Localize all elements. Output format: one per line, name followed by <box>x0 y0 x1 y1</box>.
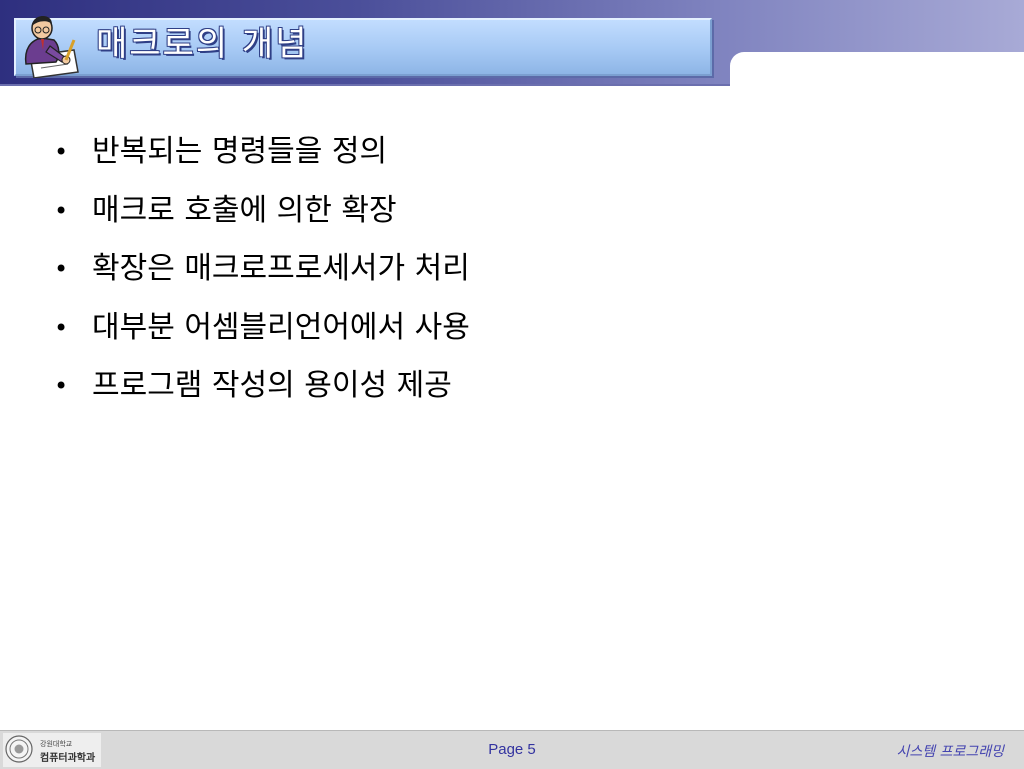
list-item: • 대부분 어셈블리언어에서 사용 <box>50 304 470 363</box>
bullet-marker: • <box>54 313 69 342</box>
bullet-text: 매크로 호출에 의한 확장 <box>92 192 397 228</box>
bullet-text: 확장은 매크로프로세서가 처리 <box>92 251 470 286</box>
bullet-list: • 반복되는 명령들을 정의 • 매크로 호출에 의한 확장 • 확장은 매크로… <box>50 128 470 421</box>
bullet-marker: • <box>54 255 69 283</box>
list-item: • 매크로 호출에 의한 확장 <box>50 187 470 246</box>
person-writing-icon <box>24 15 79 78</box>
bullet-text: 반복되는 명령들을 정의 <box>92 134 388 169</box>
bullet-marker: • <box>54 196 69 225</box>
list-item: • 확장은 매크로프로세서가 처리 <box>50 245 470 304</box>
page-number: Page 5 <box>488 741 536 758</box>
course-title: 시스템 프로그래밍 <box>896 744 1005 760</box>
bullet-marker: • <box>54 138 69 166</box>
bullet-text: 대부분 어셈블리언어에서 사용 <box>92 309 470 345</box>
list-item: • 반복되는 명령들을 정의 <box>50 128 470 187</box>
page-title: 매크로의 개념 <box>96 24 309 64</box>
bullet-marker: • <box>54 372 69 400</box>
bullet-text: 프로그램 작성의 용이성 제공 <box>92 368 452 403</box>
list-item: • 프로그램 작성의 용이성 제공 <box>50 362 470 421</box>
header-tab <box>730 52 1024 86</box>
